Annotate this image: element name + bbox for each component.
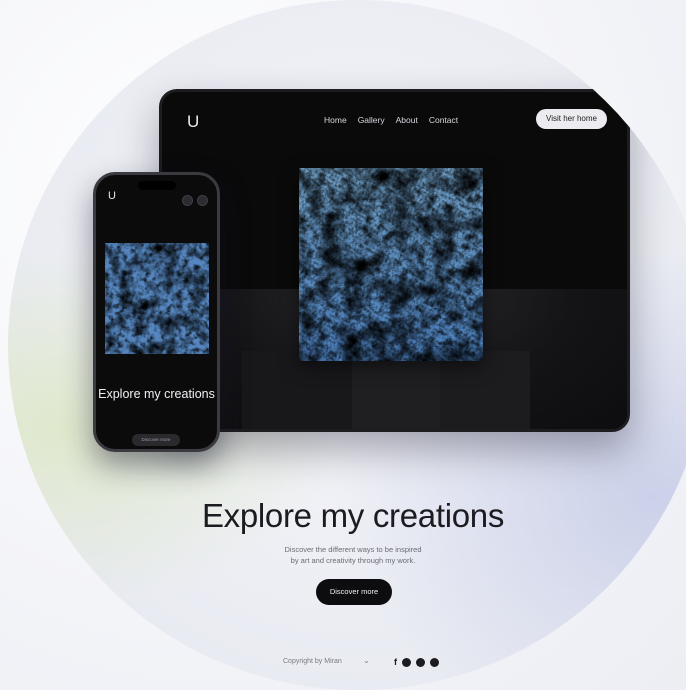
phone-dynamic-island: [137, 181, 176, 190]
nav-about[interactable]: About: [396, 115, 418, 125]
nav-contact[interactable]: Contact: [429, 115, 458, 125]
hero-subtitle-line: Discover the different ways to be inspir…: [284, 545, 422, 554]
hero-subtitle: Discover the different ways to be inspir…: [0, 544, 686, 566]
linkedin-icon[interactable]: [430, 658, 439, 667]
instagram-icon[interactable]: [402, 658, 411, 667]
hero-title: Explore my creations: [201, 497, 505, 534]
nav-home[interactable]: Home: [324, 115, 347, 125]
search-icon[interactable]: [182, 195, 193, 206]
visit-button[interactable]: Visit her home: [536, 109, 607, 129]
tablet-mockup: U Home Gallery About Contact Visit her h…: [159, 89, 630, 432]
facebook-icon[interactable]: f: [394, 658, 397, 667]
tablet-panel: [352, 351, 440, 429]
twitter-icon[interactable]: [416, 658, 425, 667]
footer-copyright: Copyright by Miran: [283, 658, 342, 665]
phone-logo[interactable]: U: [108, 190, 116, 202]
nav-gallery[interactable]: Gallery: [358, 115, 385, 125]
artwork-painting: [299, 168, 483, 361]
discover-more-button[interactable]: Discover more: [316, 579, 392, 605]
tablet-panel: [242, 351, 352, 429]
phone-discover-button[interactable]: Discover more: [132, 434, 180, 446]
social-links: f: [394, 658, 439, 667]
menu-icon[interactable]: [197, 195, 208, 206]
phone-header-icons: [182, 195, 208, 206]
page-background: U Home Gallery About Contact Visit her h…: [0, 0, 686, 690]
phone-mockup: U Explore my creations Discover more: [93, 172, 220, 452]
phone-title: Explore my creations: [98, 387, 215, 401]
chevron-down-icon[interactable]: ⌄: [363, 656, 370, 665]
hero-subtitle-line: by art and creativity through my work.: [290, 556, 416, 565]
tablet-logo[interactable]: U: [187, 112, 199, 132]
artwork-painting: [105, 243, 209, 354]
tablet-panel: [440, 351, 530, 429]
tablet-nav: Home Gallery About Contact: [324, 115, 458, 125]
